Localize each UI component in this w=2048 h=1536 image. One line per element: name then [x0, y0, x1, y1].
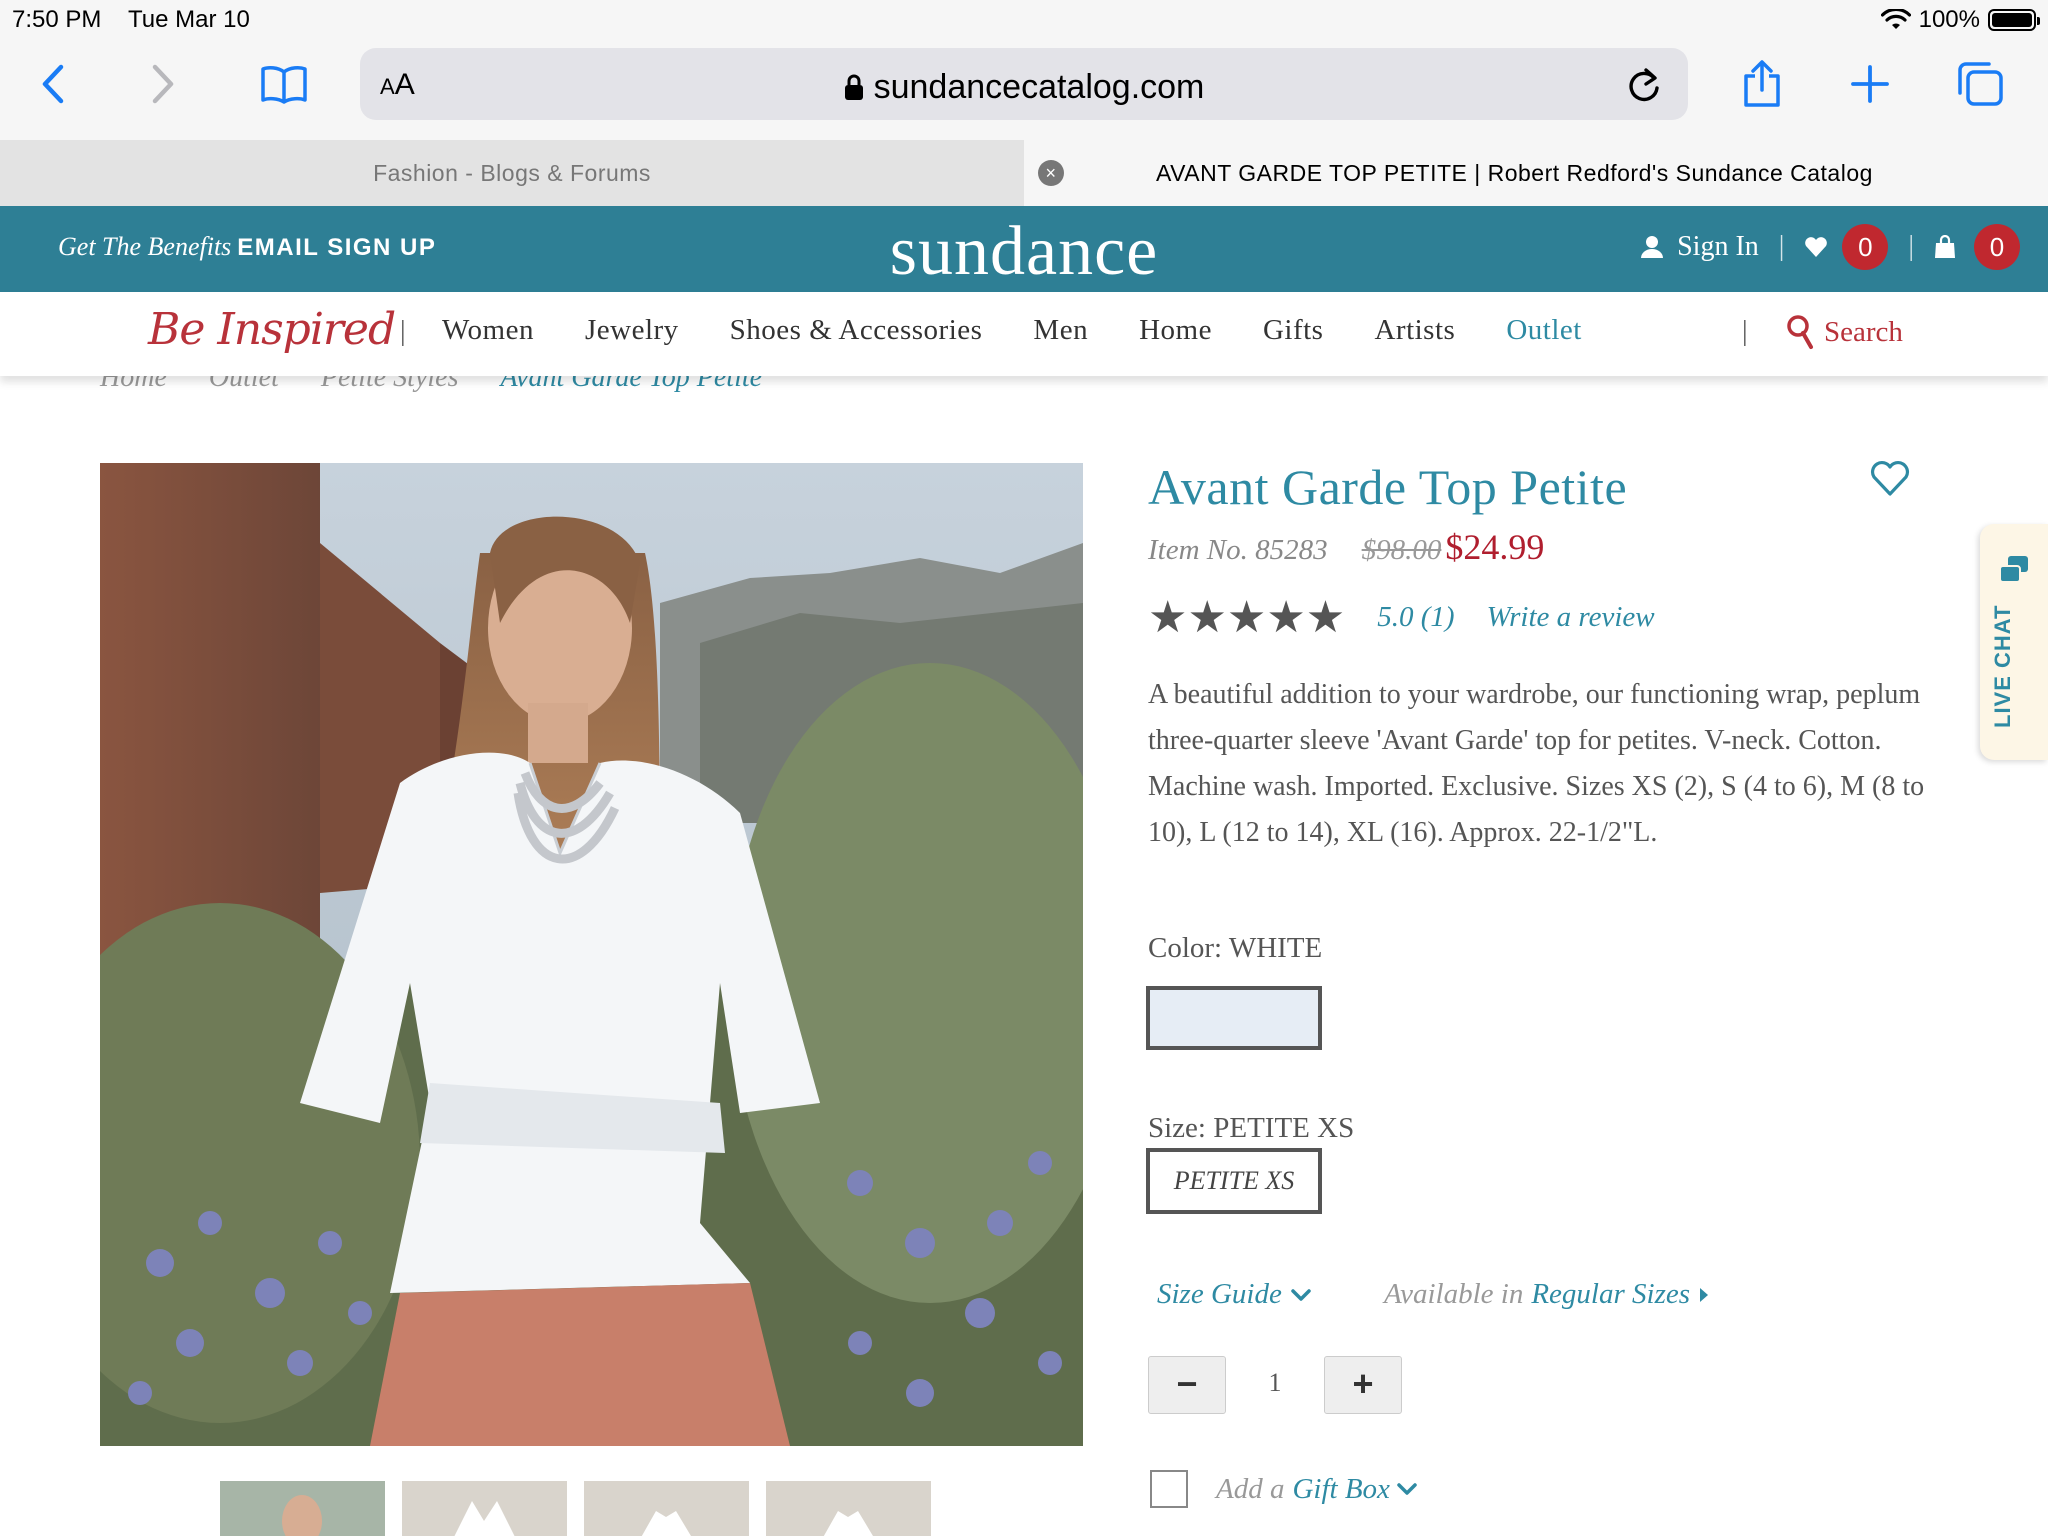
available-in-text: Available in	[1384, 1278, 1524, 1310]
gift-box-link[interactable]: Gift Box	[1292, 1473, 1389, 1506]
rating-score-link[interactable]: 5.0 (1)	[1377, 601, 1454, 634]
bookmarks-button[interactable]	[256, 56, 312, 112]
gift-box-checkbox[interactable]	[1150, 1470, 1188, 1508]
nav-item-gifts[interactable]: Gifts	[1263, 314, 1324, 347]
chevron-left-icon	[42, 64, 64, 104]
user-icon	[1641, 236, 1664, 258]
address-bar[interactable]: AA sundancecatalog.com	[360, 48, 1688, 120]
reload-button[interactable]	[1626, 64, 1662, 109]
tab-fashion-blogs[interactable]: Fashion - Blogs & Forums	[0, 140, 1024, 206]
tab-title: AVANT GARDE TOP PETITE | Robert Redford'…	[1156, 160, 1873, 186]
quantity-input[interactable]: 1	[1240, 1368, 1310, 1398]
reload-icon	[1629, 68, 1659, 102]
sale-price: $24.99	[1445, 527, 1545, 567]
account-area: Sign In | 0 | 0	[1641, 224, 2020, 270]
status-time: 7:50 PM	[12, 6, 102, 33]
cart-count-badge[interactable]: 0	[1974, 224, 2020, 270]
new-tab-button[interactable]	[1842, 56, 1898, 112]
battery-percent: 100%	[1918, 6, 1980, 33]
wifi-icon	[1880, 9, 1911, 29]
sign-in-link[interactable]: Sign In	[1677, 231, 1759, 263]
search-icon	[1787, 315, 1813, 349]
browser-toolbar: AA sundancecatalog.com	[0, 42, 2048, 140]
thumbnail-3[interactable]	[584, 1481, 749, 1536]
divider: |	[1908, 231, 1914, 262]
search-label: Search	[1824, 315, 1903, 348]
thumbnail-strip	[220, 1481, 931, 1536]
chevron-down-icon	[1397, 1483, 1417, 1495]
live-chat-label: LIVE CHAT	[1990, 604, 2015, 728]
regular-sizes-link[interactable]: Available in Regular Sizes	[1384, 1278, 1710, 1311]
plus-icon	[1851, 65, 1889, 103]
gift-box-option: Add a Gift Box	[1150, 1470, 1418, 1508]
search-button[interactable]: Search	[1786, 314, 1903, 350]
price-line: Item No. 85283 $98.00 $24.99	[1148, 526, 1544, 568]
status-bar: 7:50 PM Tue Mar 10 100%	[0, 0, 2048, 42]
nav-menu: Women Jewelry Shoes & Accessories Men Ho…	[442, 314, 1633, 347]
nav-item-shoes-accessories[interactable]: Shoes & Accessories	[730, 314, 983, 347]
nav-item-jewelry[interactable]: Jewelry	[585, 314, 679, 347]
nav-divider: |	[1742, 316, 1748, 347]
chevron-down-icon	[1291, 1288, 1311, 1301]
product-description: A beautiful addition to your wardrobe, o…	[1148, 679, 1925, 848]
wishlist-count-badge[interactable]: 0	[1842, 224, 1889, 270]
url-display[interactable]: sundancecatalog.com	[360, 68, 1688, 107]
forward-button[interactable]	[134, 56, 190, 112]
write-review-link[interactable]: Write a review	[1487, 601, 1655, 634]
lock-icon	[844, 74, 863, 100]
be-inspired-link[interactable]: Be Inspired	[148, 304, 396, 355]
original-price: $98.00	[1361, 534, 1442, 566]
nav-item-outlet[interactable]: Outlet	[1506, 314, 1582, 347]
tabs-icon	[1958, 62, 2003, 106]
product-title: Avant Garde Top Petite	[1148, 459, 1628, 515]
tab-bar: Fashion - Blogs & Forums × AVANT GARDE T…	[0, 140, 2048, 206]
thumbnail-2[interactable]	[402, 1481, 567, 1536]
tab-avant-garde[interactable]: × AVANT GARDE TOP PETITE | Robert Redfor…	[1024, 140, 2048, 206]
add-to-wishlist-button[interactable]	[1870, 460, 1910, 503]
size-label: Size: PETITE XS	[1148, 1112, 1355, 1144]
shopping-bag-icon[interactable]	[1934, 235, 1956, 259]
live-chat-tab[interactable]: LIVE CHAT	[1980, 524, 2048, 760]
product-image[interactable]	[100, 463, 1083, 1446]
nav-item-men[interactable]: Men	[1033, 314, 1088, 347]
thumbnail-1[interactable]	[220, 1481, 385, 1536]
book-icon	[261, 66, 307, 104]
regular-sizes-label: Regular Sizes	[1531, 1278, 1691, 1310]
heart-icon[interactable]	[1804, 236, 1828, 258]
tabs-overview-button[interactable]	[1952, 56, 2008, 112]
nav-item-artists[interactable]: Artists	[1374, 314, 1455, 347]
caret-right-icon	[1700, 1287, 1709, 1302]
quantity-decrease-button[interactable]: −	[1148, 1356, 1226, 1414]
nav-divider: |	[400, 316, 406, 347]
color-label: Color: WHITE	[1148, 932, 1323, 964]
size-guide-link[interactable]: Size Guide	[1157, 1278, 1312, 1311]
thumbnail-4[interactable]	[766, 1481, 931, 1536]
item-number: Item No. 85283	[1148, 534, 1328, 566]
nav-item-women[interactable]: Women	[442, 314, 534, 347]
size-guide-label: Size Guide	[1157, 1278, 1282, 1310]
divider: |	[1778, 231, 1785, 262]
site-header: Get The Benefits EMAIL SIGN UP sundance S…	[0, 206, 2048, 292]
status-right: 100%	[1880, 6, 2040, 34]
share-button[interactable]	[1734, 56, 1790, 112]
status-date: Tue Mar 10	[128, 6, 250, 33]
chat-bubbles-icon	[1999, 556, 2028, 583]
heart-outline-icon	[1870, 460, 1910, 496]
size-option-petite-xs[interactable]: PETITE XS	[1146, 1148, 1322, 1214]
nav-item-home[interactable]: Home	[1139, 314, 1212, 347]
back-button[interactable]	[26, 56, 82, 112]
quantity-increase-button[interactable]: +	[1324, 1356, 1402, 1414]
rating-row: ★★★★★ 5.0 (1) Write a review	[1148, 592, 1655, 643]
main-nav: Be Inspired | Women Jewelry Shoes & Acce…	[0, 292, 2048, 376]
url-text: sundancecatalog.com	[873, 68, 1205, 106]
close-tab-icon[interactable]: ×	[1038, 160, 1064, 186]
gift-add-text: Add a	[1216, 1472, 1285, 1505]
share-icon	[1744, 60, 1780, 107]
chevron-right-icon	[152, 64, 174, 104]
color-swatch-white[interactable]	[1146, 986, 1322, 1050]
product-photo-illustration	[100, 463, 1083, 1446]
battery-icon	[1988, 9, 2040, 31]
star-rating-icon: ★★★★★	[1148, 593, 1346, 642]
